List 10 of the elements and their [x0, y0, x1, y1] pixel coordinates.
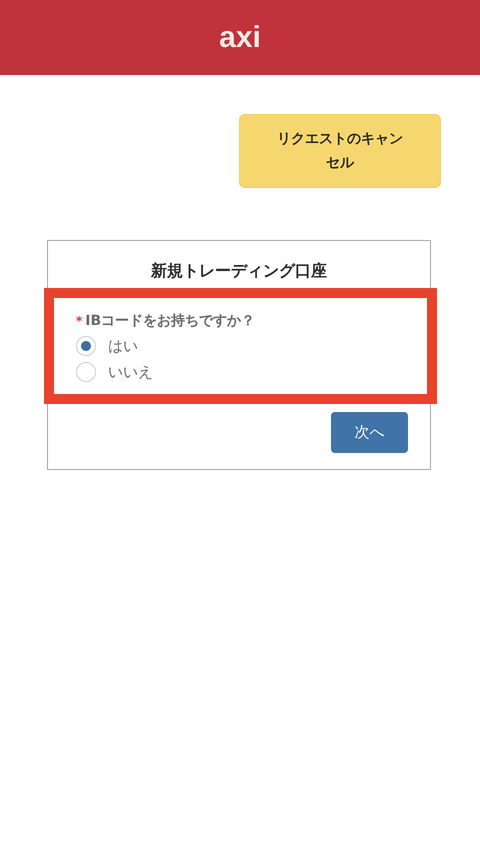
question-text: IBコードをお持ちですか？: [85, 313, 256, 329]
radio-button[interactable]: [76, 362, 96, 382]
logo: axi: [219, 20, 261, 54]
next-button[interactable]: 次へ: [331, 412, 408, 453]
required-mark: *: [76, 314, 82, 328]
option-label: はい: [108, 336, 138, 356]
radio-button[interactable]: [76, 336, 96, 356]
form-title: 新規トレーディング口座: [150, 261, 328, 282]
cancel-request-button[interactable]: リクエストのキャンセル: [239, 114, 441, 188]
option-label: いいえ: [108, 362, 153, 382]
